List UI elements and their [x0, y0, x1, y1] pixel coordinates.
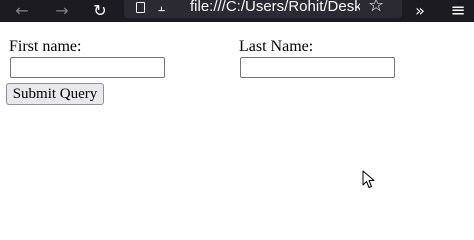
- browser-toolbar: ← → ↻ ⫠ file:///C:/Users/Rohit/Desk ☆ » …: [0, 0, 474, 22]
- page-icon: [136, 2, 145, 13]
- back-arrow-icon[interactable]: ←: [12, 0, 32, 22]
- mouse-cursor-icon: [362, 170, 375, 188]
- last-name-input[interactable]: [240, 57, 395, 78]
- permissions-icon[interactable]: ⫠: [158, 0, 165, 15]
- chevron-double-right-icon[interactable]: »: [408, 0, 432, 22]
- hamburger-menu-icon[interactable]: ≡: [446, 0, 470, 22]
- reload-icon[interactable]: ↻: [90, 0, 110, 22]
- star-icon[interactable]: ☆: [368, 0, 384, 16]
- submit-button[interactable]: Submit Query: [6, 83, 104, 105]
- first-name-input[interactable]: [10, 57, 165, 78]
- first-name-label: First name:: [9, 38, 82, 55]
- address-bar[interactable]: ⫠ file:///C:/Users/Rohit/Desk ☆: [124, 0, 402, 18]
- last-name-label: Last Name:: [239, 38, 314, 55]
- page-content: First name: Last Name: Submit Query: [0, 22, 474, 206]
- forward-arrow-icon[interactable]: →: [52, 0, 72, 22]
- address-bar-url[interactable]: file:///C:/Users/Rohit/Desk: [190, 0, 360, 15]
